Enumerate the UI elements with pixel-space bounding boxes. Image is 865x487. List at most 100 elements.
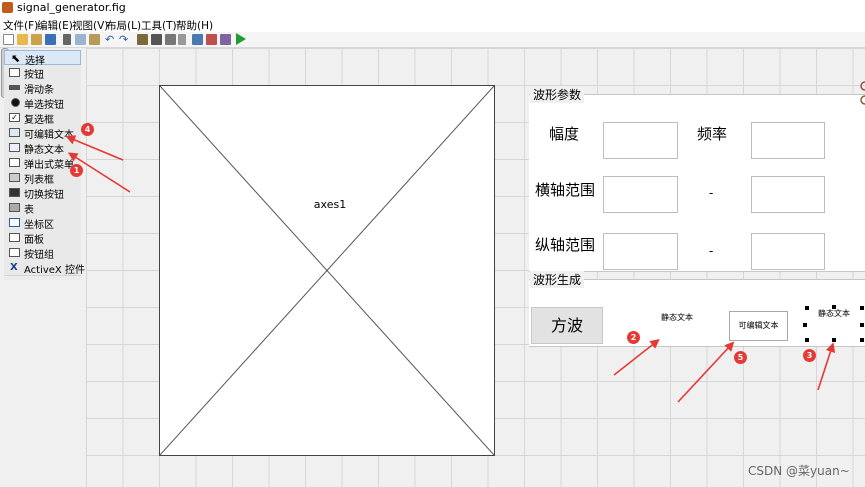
amplitude-label: 幅度 (549, 125, 580, 143)
resize-icon[interactable] (859, 80, 865, 108)
radio-icon (11, 98, 20, 107)
palette-label: 面板 (24, 235, 44, 246)
annotation-badge-3: 3 (803, 349, 816, 362)
button-icon (9, 68, 20, 77)
yrange-max-input[interactable] (751, 233, 825, 270)
palette-item-slider[interactable]: 滑动条 (4, 80, 81, 96)
checkbox-icon: ✓ (9, 113, 20, 122)
xrange-dash: - (709, 186, 714, 200)
align-icon[interactable] (137, 34, 148, 45)
yrange-dash: - (709, 244, 714, 258)
app-icon (2, 2, 13, 13)
menu-view[interactable]: 视图(V) (72, 18, 108, 33)
paste-icon[interactable] (89, 34, 100, 45)
tab-order-icon[interactable] (165, 34, 176, 45)
selection-handle[interactable] (832, 338, 836, 342)
undo-icon[interactable]: ↶ (105, 34, 114, 45)
menu-tools[interactable]: 工具(T) (141, 18, 177, 33)
static-text-icon (9, 143, 20, 152)
selection-handle[interactable] (860, 323, 864, 327)
watermark: CSDN @菜yuan~ (748, 464, 850, 478)
window-title: signal_generator.fig (17, 1, 126, 14)
palette-item-select[interactable]: ⬉ 选择 (4, 50, 81, 67)
copy-icon[interactable] (75, 34, 86, 45)
palette-label: 按钮组 (24, 250, 54, 261)
editor-icon[interactable] (192, 34, 203, 45)
amplitude-input[interactable] (603, 122, 678, 159)
palette-item-axes[interactable]: 坐标区 (4, 215, 81, 231)
selection-handle[interactable] (805, 306, 809, 310)
yrange-min-input[interactable] (603, 233, 678, 270)
save-icon[interactable] (45, 34, 56, 45)
edit-text-icon (9, 128, 20, 137)
palette-label: 弹出式菜单 (24, 160, 74, 171)
palette-label: 复选框 (24, 115, 54, 126)
static-text-2: 静态文本 (818, 309, 850, 318)
new-icon[interactable] (3, 34, 14, 45)
open-icon[interactable] (17, 34, 28, 45)
annotation-badge-4: 4 (81, 123, 94, 136)
axes-icon (9, 218, 20, 227)
cut-icon[interactable] (63, 34, 71, 45)
square-wave-button[interactable]: 方波 (531, 307, 603, 344)
run-icon[interactable] (236, 33, 246, 45)
palette-label: 切换按钮 (24, 190, 64, 201)
axes-placeholder[interactable] (159, 85, 495, 456)
pointer-icon: ⬉ (11, 52, 21, 65)
title-bar: signal_generator.fig (0, 0, 865, 17)
slider-icon (9, 85, 20, 90)
axes-cross-lines (160, 86, 494, 455)
menu-layout[interactable]: 布局(L) (106, 18, 141, 33)
palette-label: 按钮 (24, 70, 44, 81)
xrange-max-input[interactable] (751, 176, 825, 213)
selection-handle[interactable] (805, 338, 809, 342)
selection-handle[interactable] (832, 305, 836, 309)
selection-handle[interactable] (860, 306, 864, 310)
menu-help[interactable]: 帮助(H) (176, 18, 213, 33)
yrange-label: 纵轴范围 (535, 236, 596, 254)
editable-text-demo[interactable]: 可编辑文本 (729, 311, 788, 341)
xrange-label: 横轴范围 (535, 181, 596, 199)
palette-item-checkbox[interactable]: ✓ 复选框 (4, 110, 81, 126)
palette-item-static-text[interactable]: 静态文本 (4, 140, 81, 156)
toggle-icon (9, 188, 20, 197)
palette-item-toggle[interactable]: 切换按钮 (4, 185, 81, 201)
annotation-badge-2: 2 (627, 331, 640, 344)
palette-label: 单选按钮 (24, 100, 64, 111)
palette-label: 表 (24, 205, 34, 216)
browser-icon[interactable] (220, 34, 231, 45)
menu-file[interactable]: 文件(F) (3, 18, 38, 33)
frequency-input[interactable] (751, 122, 825, 159)
static-text-1: 静态文本 (661, 313, 693, 322)
inspector-icon[interactable] (206, 34, 217, 45)
menu-edit[interactable]: 编辑(E) (37, 18, 73, 33)
palette-item-activex[interactable]: X ActiveX 控件 (4, 260, 85, 276)
annotation-badge-1: 1 (70, 164, 83, 177)
redo-icon[interactable]: ↷ (119, 34, 128, 45)
palette-label: 滑动条 (24, 85, 54, 96)
frequency-label: 频率 (697, 125, 728, 143)
popup-menu-icon (9, 158, 20, 167)
palette-label: 坐标区 (24, 220, 54, 231)
palette-item-button-group[interactable]: 按钮组 (4, 245, 81, 261)
selection-handle[interactable] (860, 338, 864, 342)
xrange-min-input[interactable] (603, 176, 678, 213)
palette-label: ActiveX 控件 (24, 265, 85, 276)
open-folder-icon[interactable] (31, 34, 42, 45)
panel-gen-title: 波形生成 (530, 271, 585, 288)
panel-params-title: 波形参数 (530, 86, 585, 103)
palette-item-button[interactable]: 按钮 (4, 65, 81, 81)
palette-item-panel[interactable]: 面板 (4, 230, 81, 246)
selection-handle[interactable] (803, 323, 807, 327)
toolbar: ↶ ↷ (0, 32, 865, 48)
menu-editor-icon[interactable] (151, 34, 162, 45)
palette-item-edit-text[interactable]: 可编辑文本 (4, 125, 81, 141)
button-group-icon (9, 248, 20, 257)
palette-label: 列表框 (24, 175, 54, 186)
palette-label: 静态文本 (24, 145, 64, 156)
menu-bar: 文件(F) 编辑(E) 视图(V) 布局(L) 工具(T) 帮助(H) (0, 17, 865, 32)
toolbar-editor-icon[interactable] (178, 34, 186, 45)
palette-label: 可编辑文本 (24, 130, 74, 141)
palette-item-radio[interactable]: 单选按钮 (4, 95, 81, 111)
palette-item-table[interactable]: 表 (4, 200, 81, 216)
